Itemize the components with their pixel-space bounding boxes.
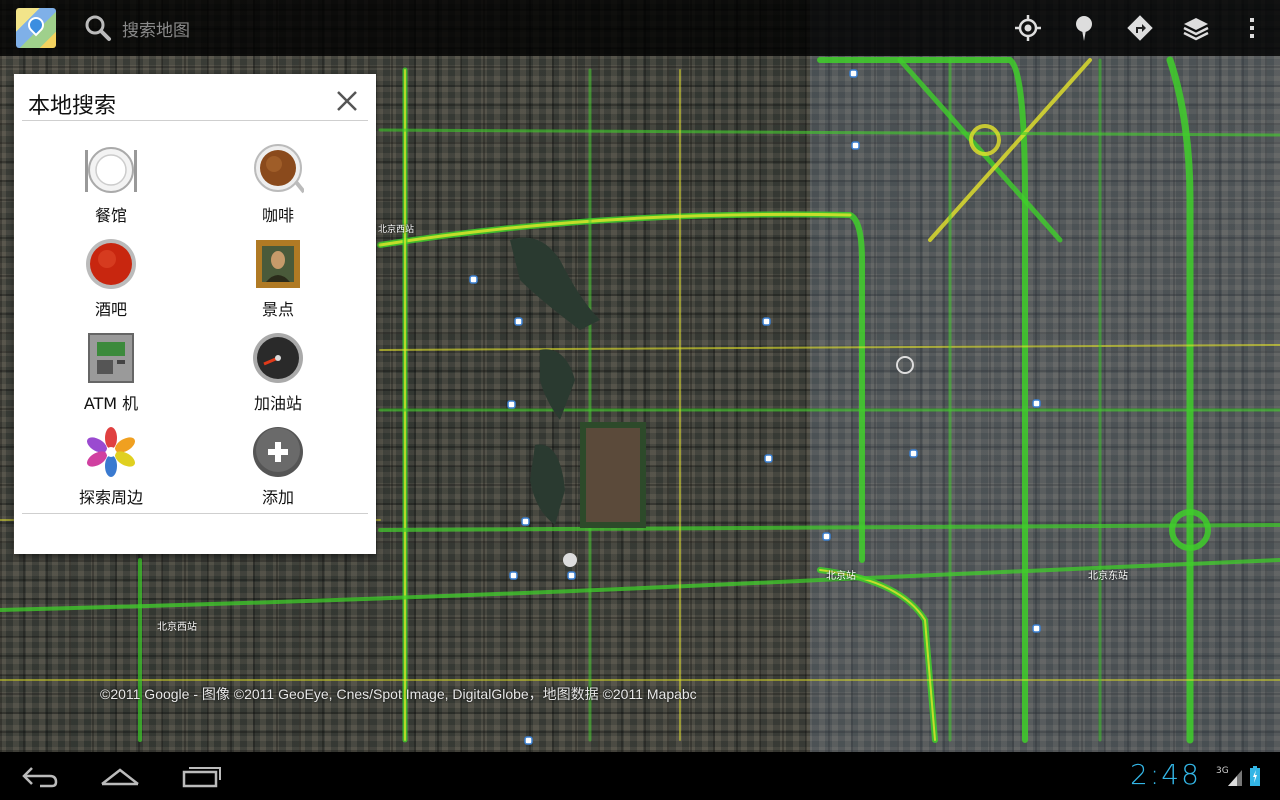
place-label[interactable]: 北京西站 — [157, 618, 197, 633]
category-label: 酒吧 — [94, 300, 127, 319]
category-label: 餐馆 — [94, 206, 127, 225]
search-input[interactable]: 搜索地图 — [122, 16, 190, 41]
signal-icon — [1228, 770, 1242, 786]
back-icon[interactable] — [20, 762, 60, 790]
category-label: ATM 机 — [83, 394, 139, 413]
category-label: 加油站 — [253, 394, 302, 413]
category-coffee[interactable]: 咖啡 — [218, 144, 338, 226]
action-bar: 搜索地图 — [0, 0, 1280, 56]
category-label: 探索周边 — [78, 488, 143, 507]
fuel-gauge-icon — [252, 332, 304, 384]
add-plus-icon — [252, 426, 304, 478]
maps-app-icon[interactable] — [16, 8, 56, 48]
close-icon[interactable] — [334, 88, 360, 114]
coffee-cup-icon — [252, 144, 306, 196]
overflow-menu-icon[interactable] — [1238, 14, 1266, 42]
system-bar: 2:48 3G — [0, 752, 1280, 800]
category-gas-station[interactable]: 加油站 — [218, 332, 338, 414]
directions-icon[interactable] — [1126, 14, 1154, 42]
category-label: 添加 — [261, 488, 294, 507]
category-add[interactable]: 添加 — [218, 426, 338, 508]
my-location-icon[interactable] — [1014, 14, 1042, 42]
search-icon[interactable] — [84, 14, 112, 42]
explore-flower-icon — [85, 426, 137, 478]
category-explore[interactable]: 探索周边 — [51, 426, 171, 508]
local-search-panel: 本地搜索 餐馆 咖啡 酒吧 景点 ATM 机 加油站 探索周边 添加 — [14, 74, 376, 554]
place-label[interactable]: 北京站 — [826, 567, 856, 582]
restaurant-plate-icon — [85, 144, 137, 196]
atm-machine-icon — [85, 332, 137, 384]
divider — [22, 120, 368, 121]
home-icon[interactable] — [100, 762, 140, 790]
places-pin-icon[interactable] — [1070, 14, 1098, 42]
category-atm[interactable]: ATM 机 — [51, 332, 171, 414]
category-restaurant[interactable]: 餐馆 — [51, 144, 171, 226]
battery-icon — [1250, 766, 1260, 786]
place-label-partial[interactable]: 北京西站 — [378, 222, 414, 235]
category-label: 景点 — [261, 300, 294, 319]
divider — [22, 513, 368, 514]
category-bar[interactable]: 酒吧 — [51, 238, 171, 320]
map-copyright: ©2011 Google - 图像 ©2011 GeoEye, Cnes/Spo… — [100, 686, 697, 702]
bottle-cap-icon — [85, 238, 137, 290]
panel-title: 本地搜索 — [28, 94, 117, 119]
recent-apps-icon[interactable] — [182, 762, 222, 790]
layers-icon[interactable] — [1182, 14, 1210, 42]
painting-icon — [252, 238, 304, 290]
network-type: 3G — [1216, 766, 1229, 776]
clock[interactable]: 2:48 — [1130, 758, 1201, 791]
place-label[interactable]: 北京东站 — [1088, 567, 1128, 582]
category-label: 咖啡 — [261, 206, 294, 225]
category-attractions[interactable]: 景点 — [218, 238, 338, 320]
